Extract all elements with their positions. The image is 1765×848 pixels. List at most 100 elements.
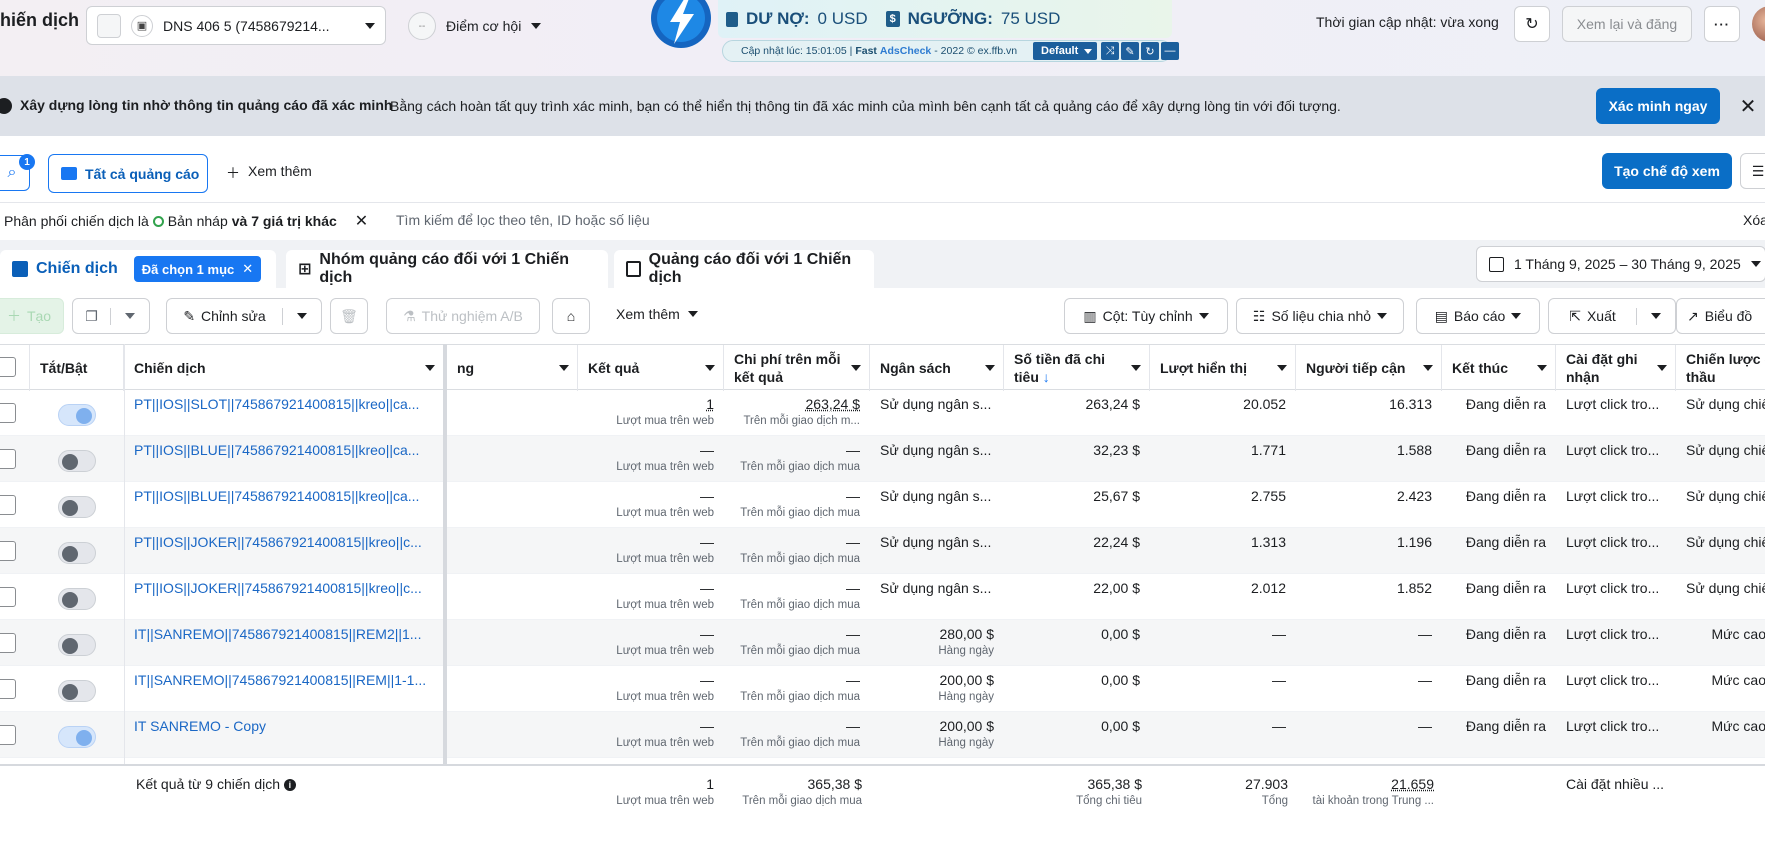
review-publish-button[interactable]: Xem lại và đăng bbox=[1562, 6, 1692, 42]
campaign-name-link[interactable]: IT||SANREMO||745867921400815||REM||1-1..… bbox=[124, 666, 444, 712]
campaign-toggle[interactable] bbox=[58, 634, 96, 656]
row-checkbox[interactable] bbox=[0, 403, 16, 423]
row-checkbox[interactable] bbox=[0, 495, 16, 515]
table-row[interactable]: PT||IOS||JOKER||745867921400815||kreo||c… bbox=[0, 528, 1765, 574]
filter-chip[interactable]: Phân phối chiến dịch là Bản nháp và 7 gi… bbox=[0, 208, 368, 234]
date-range-picker[interactable]: 1 Tháng 9, 2025 – 30 Tháng 9, 2025 bbox=[1476, 246, 1765, 282]
campaign-name-link[interactable]: IT||SANREMO||745867921400815||REM2||1... bbox=[124, 620, 444, 666]
table-row[interactable]: IT||SANREMO||745867921400815||REM||1-1..… bbox=[0, 666, 1765, 712]
edit-menu-button[interactable] bbox=[283, 313, 321, 319]
campaign-name-link[interactable]: PT||IOS||JOKER||745867921400815||kreo||c… bbox=[124, 528, 444, 574]
row-checkbox[interactable] bbox=[0, 587, 16, 607]
table-row[interactable]: IT SANREMO - Copy — Lượt mua trên web — Trên… bbox=[0, 712, 1765, 758]
filter-search-input[interactable]: Tìm kiếm để lọc theo tên, ID hoặc số liệ… bbox=[396, 212, 650, 228]
col-reach[interactable]: Người tiếp cận bbox=[1296, 345, 1442, 391]
create-view-button[interactable]: Tạo chế độ xem bbox=[1602, 153, 1732, 189]
row-checkbox[interactable] bbox=[0, 449, 16, 469]
col-attribution[interactable]: Cài đặt ghi nhận bbox=[1556, 345, 1676, 391]
verify-now-button[interactable]: Xác minh ngay bbox=[1596, 88, 1720, 124]
create-button[interactable]: ＋ Tạo bbox=[0, 298, 64, 334]
cpr-value: — bbox=[846, 626, 860, 642]
reports-button[interactable]: ▤ Báo cáo bbox=[1416, 298, 1540, 334]
edit-icon[interactable]: ✎ bbox=[1121, 42, 1139, 60]
account-selector[interactable]: ▣ DNS 406 5 (7458679214... bbox=[86, 6, 386, 45]
table-row[interactable]: PT||IOS||BLUE||745867921400815||kreo||ca… bbox=[0, 436, 1765, 482]
shuffle-icon[interactable]: ⤨ bbox=[1101, 42, 1119, 60]
row-checkbox[interactable] bbox=[0, 541, 16, 561]
col-amount-spent[interactable]: Số tiền đã chi tiêu ↓ bbox=[1004, 345, 1150, 391]
campaign-name-link[interactable]: PT||IOS||BLUE||745867921400815||kreo||ca… bbox=[124, 436, 444, 482]
account-checkbox[interactable] bbox=[97, 13, 121, 38]
col-bid-strategy[interactable]: Chiến lược giá thầu bbox=[1676, 345, 1765, 391]
campaign-toggle[interactable] bbox=[58, 450, 96, 472]
avatar[interactable] bbox=[1752, 6, 1765, 42]
more-options-button[interactable]: ··· bbox=[1704, 6, 1740, 42]
chart-button[interactable]: ↗ Biểu đồ bbox=[1676, 298, 1765, 334]
selected-pill[interactable]: Đã chọn 1 mục ✕ bbox=[133, 256, 262, 282]
sliders-icon[interactable]: ☰ bbox=[1740, 153, 1765, 189]
ab-test-button[interactable]: ⚗ Thử nghiệm A/B bbox=[386, 298, 540, 334]
campaign-name-link[interactable]: PT||IOS||SLOT||745867921400815||kreo||ca… bbox=[124, 390, 444, 436]
campaign-toggle[interactable] bbox=[58, 404, 96, 426]
export-button[interactable]: ⇱ Xuất bbox=[1549, 307, 1637, 325]
duplicate-icon[interactable]: ❐ bbox=[73, 307, 111, 325]
tag-button[interactable]: ⌂ bbox=[552, 298, 590, 334]
refresh-icon[interactable]: ↻ bbox=[1141, 42, 1159, 60]
tab-adsets[interactable]: ⊞ Nhóm quảng cáo đối với 1 Chiến dịch bbox=[286, 250, 608, 288]
table-row[interactable]: PT||IOS||SLOT||745867921400815||kreo||ca… bbox=[0, 390, 1765, 436]
campaign-toggle[interactable] bbox=[58, 542, 96, 564]
table-row[interactable]: PT||IOS||JOKER||745867921400815||kreo||c… bbox=[0, 574, 1765, 620]
campaign-name-link[interactable]: IT SANREMO - Copy bbox=[124, 712, 444, 758]
footer-cpr: 365,38 $ Trên mỗi giao dịch mua bbox=[724, 776, 862, 807]
chevron-down-icon bbox=[125, 313, 135, 319]
row-checkbox[interactable] bbox=[0, 725, 16, 745]
col-delivery[interactable]: ng bbox=[447, 345, 578, 391]
campaign-toggle[interactable] bbox=[58, 680, 96, 702]
footer-reach-value[interactable]: 21.659 bbox=[1296, 776, 1434, 792]
col-toggle[interactable]: Tắt/Bật bbox=[30, 345, 124, 391]
campaign-toggle[interactable] bbox=[58, 588, 96, 610]
col-campaign[interactable]: Chiến dịch bbox=[124, 345, 444, 391]
tab-campaigns-label: Chiến dịch bbox=[36, 260, 118, 277]
select-all-checkbox[interactable] bbox=[0, 357, 16, 377]
col-impressions[interactable]: Lượt hiển thị bbox=[1150, 345, 1296, 391]
columns-button[interactable]: ▥ Cột: Tùy chỉnh bbox=[1064, 298, 1228, 334]
ends-cell: Đang diễn ra bbox=[1465, 626, 1546, 642]
see-more-views-button[interactable]: ＋ Xem thêm bbox=[226, 163, 312, 183]
edit-button[interactable]: ✎ Chỉnh sửa bbox=[167, 307, 283, 325]
remove-filter-icon[interactable]: ✕ bbox=[355, 211, 368, 231]
table-row[interactable]: IT||SANREMO||745867921400815||REM2||1...… bbox=[0, 620, 1765, 666]
row-checkbox[interactable] bbox=[0, 633, 16, 653]
campaign-name-link[interactable]: PT||IOS||JOKER||745867921400815||kreo||c… bbox=[124, 574, 444, 620]
refresh-button[interactable]: ↻ bbox=[1514, 6, 1550, 42]
tab-campaigns[interactable]: Chiến dịch Đã chọn 1 mục ✕ bbox=[0, 250, 276, 288]
clear-filters-link[interactable]: Xóa bbox=[1743, 212, 1765, 228]
footer-results-value: 1 bbox=[706, 776, 714, 792]
results-value: — bbox=[700, 488, 714, 504]
col-ends[interactable]: Kết thúc bbox=[1442, 345, 1556, 391]
row-checkbox[interactable] bbox=[0, 679, 16, 699]
info-icon[interactable]: i bbox=[283, 779, 296, 792]
table-row[interactable]: PT||IOS||BLUE||745867921400815||kreo||ca… bbox=[0, 482, 1765, 528]
clear-selection-icon[interactable]: ✕ bbox=[242, 261, 253, 277]
campaign-toggle[interactable] bbox=[58, 726, 96, 748]
delete-button[interactable]: 🗑 bbox=[330, 298, 368, 334]
all-ads-button[interactable]: Tất cả quảng cáo bbox=[48, 154, 208, 193]
col-budget[interactable]: Ngân sách bbox=[870, 345, 1004, 391]
campaign-toggle[interactable] bbox=[58, 496, 96, 518]
see-more-actions-button[interactable]: Xem thêm bbox=[616, 306, 698, 322]
cost-per-result-cell: — Trên mỗi giao dịch mua bbox=[724, 528, 870, 574]
tab-ads[interactable]: Quảng cáo đối với 1 Chiến dịch bbox=[614, 250, 874, 288]
chevron-down-icon bbox=[1423, 365, 1433, 371]
col-cost-per-result[interactable]: Chi phí trên mỗi kết quả bbox=[724, 345, 870, 391]
export-menu-button[interactable] bbox=[1637, 313, 1675, 319]
campaign-name-link[interactable]: PT||IOS||BLUE||745867921400815||kreo||ca… bbox=[124, 482, 444, 528]
close-icon[interactable]: ✕ bbox=[1730, 88, 1765, 124]
update-time: Thời gian cập nhật: vừa xong bbox=[1316, 14, 1499, 30]
profile-select[interactable]: Default bbox=[1033, 42, 1097, 60]
opportunity-score[interactable]: -- Điểm cơ hội bbox=[408, 12, 542, 40]
col-results[interactable]: Kết quả bbox=[578, 345, 724, 391]
minimize-icon[interactable]: — bbox=[1161, 42, 1179, 60]
duplicate-menu-button[interactable] bbox=[111, 313, 149, 319]
breakdown-button[interactable]: ☷ Số liệu chia nhỏ bbox=[1236, 298, 1404, 334]
